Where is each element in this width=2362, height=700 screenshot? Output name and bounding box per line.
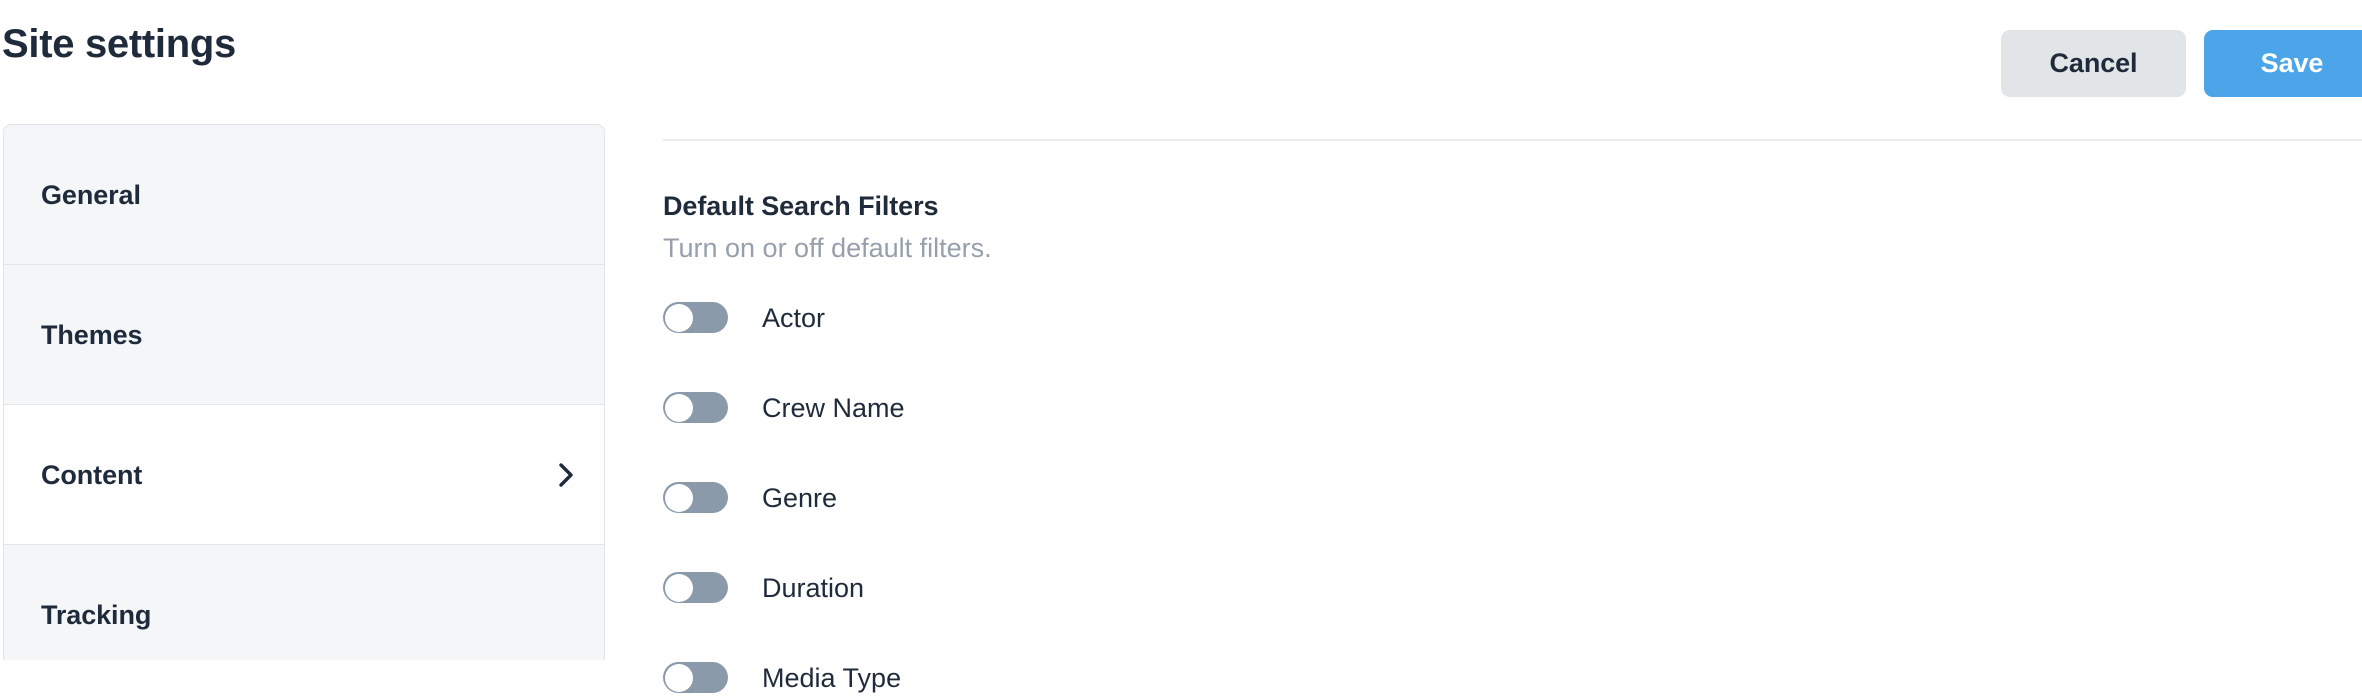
toggle-knob — [665, 304, 693, 332]
row-spacer — [663, 520, 2362, 565]
row-spacer — [663, 610, 2362, 655]
row-spacer — [663, 340, 2362, 385]
filter-toggle-label: Duration — [762, 572, 864, 604]
filter-toggle-row-media-type[interactable]: Media Type — [663, 655, 2362, 700]
default-search-filters-list: Actor Crew Name Genre Duration — [663, 295, 2362, 700]
filter-toggle-label: Genre — [762, 482, 837, 514]
settings-sidebar: General Themes Content Tracking Agreemen… — [3, 124, 605, 660]
sidebar-item-tracking[interactable]: Tracking — [4, 545, 604, 660]
filter-toggle-label: Media Type — [762, 662, 901, 694]
chevron-right-icon — [556, 460, 578, 490]
toggle-switch-media-type[interactable] — [663, 662, 728, 693]
sidebar-item-label: Themes — [41, 319, 578, 351]
section-title: Default Search Filters — [663, 190, 938, 222]
toggle-knob — [665, 394, 693, 422]
toggle-switch-crew-name[interactable] — [663, 392, 728, 423]
settings-content-panel: Default Search Filters Turn on or off de… — [663, 0, 2362, 660]
filter-toggle-label: Crew Name — [762, 392, 905, 424]
row-spacer — [663, 430, 2362, 475]
toggle-knob — [665, 664, 693, 692]
sidebar-item-label: General — [41, 179, 578, 211]
sidebar-item-label: Content — [41, 459, 556, 491]
toggle-knob — [665, 484, 693, 512]
filter-toggle-row-duration[interactable]: Duration — [663, 565, 2362, 610]
sidebar-item-label: Tracking — [41, 599, 578, 631]
sidebar-item-themes[interactable]: Themes — [4, 265, 604, 405]
toggle-switch-actor[interactable] — [663, 302, 728, 333]
toggle-knob — [665, 574, 693, 602]
filter-toggle-row-crew-name[interactable]: Crew Name — [663, 385, 2362, 430]
filter-toggle-row-genre[interactable]: Genre — [663, 475, 2362, 520]
section-subtitle: Turn on or off default filters. — [663, 232, 992, 264]
sidebar-item-general[interactable]: General — [4, 125, 604, 265]
toggle-switch-genre[interactable] — [663, 482, 728, 513]
filter-toggle-row-actor[interactable]: Actor — [663, 295, 2362, 340]
page-title: Site settings — [2, 22, 236, 66]
sidebar-item-content[interactable]: Content — [4, 405, 604, 545]
content-divider — [663, 139, 2362, 141]
toggle-switch-duration[interactable] — [663, 572, 728, 603]
filter-toggle-label: Actor — [762, 302, 825, 334]
